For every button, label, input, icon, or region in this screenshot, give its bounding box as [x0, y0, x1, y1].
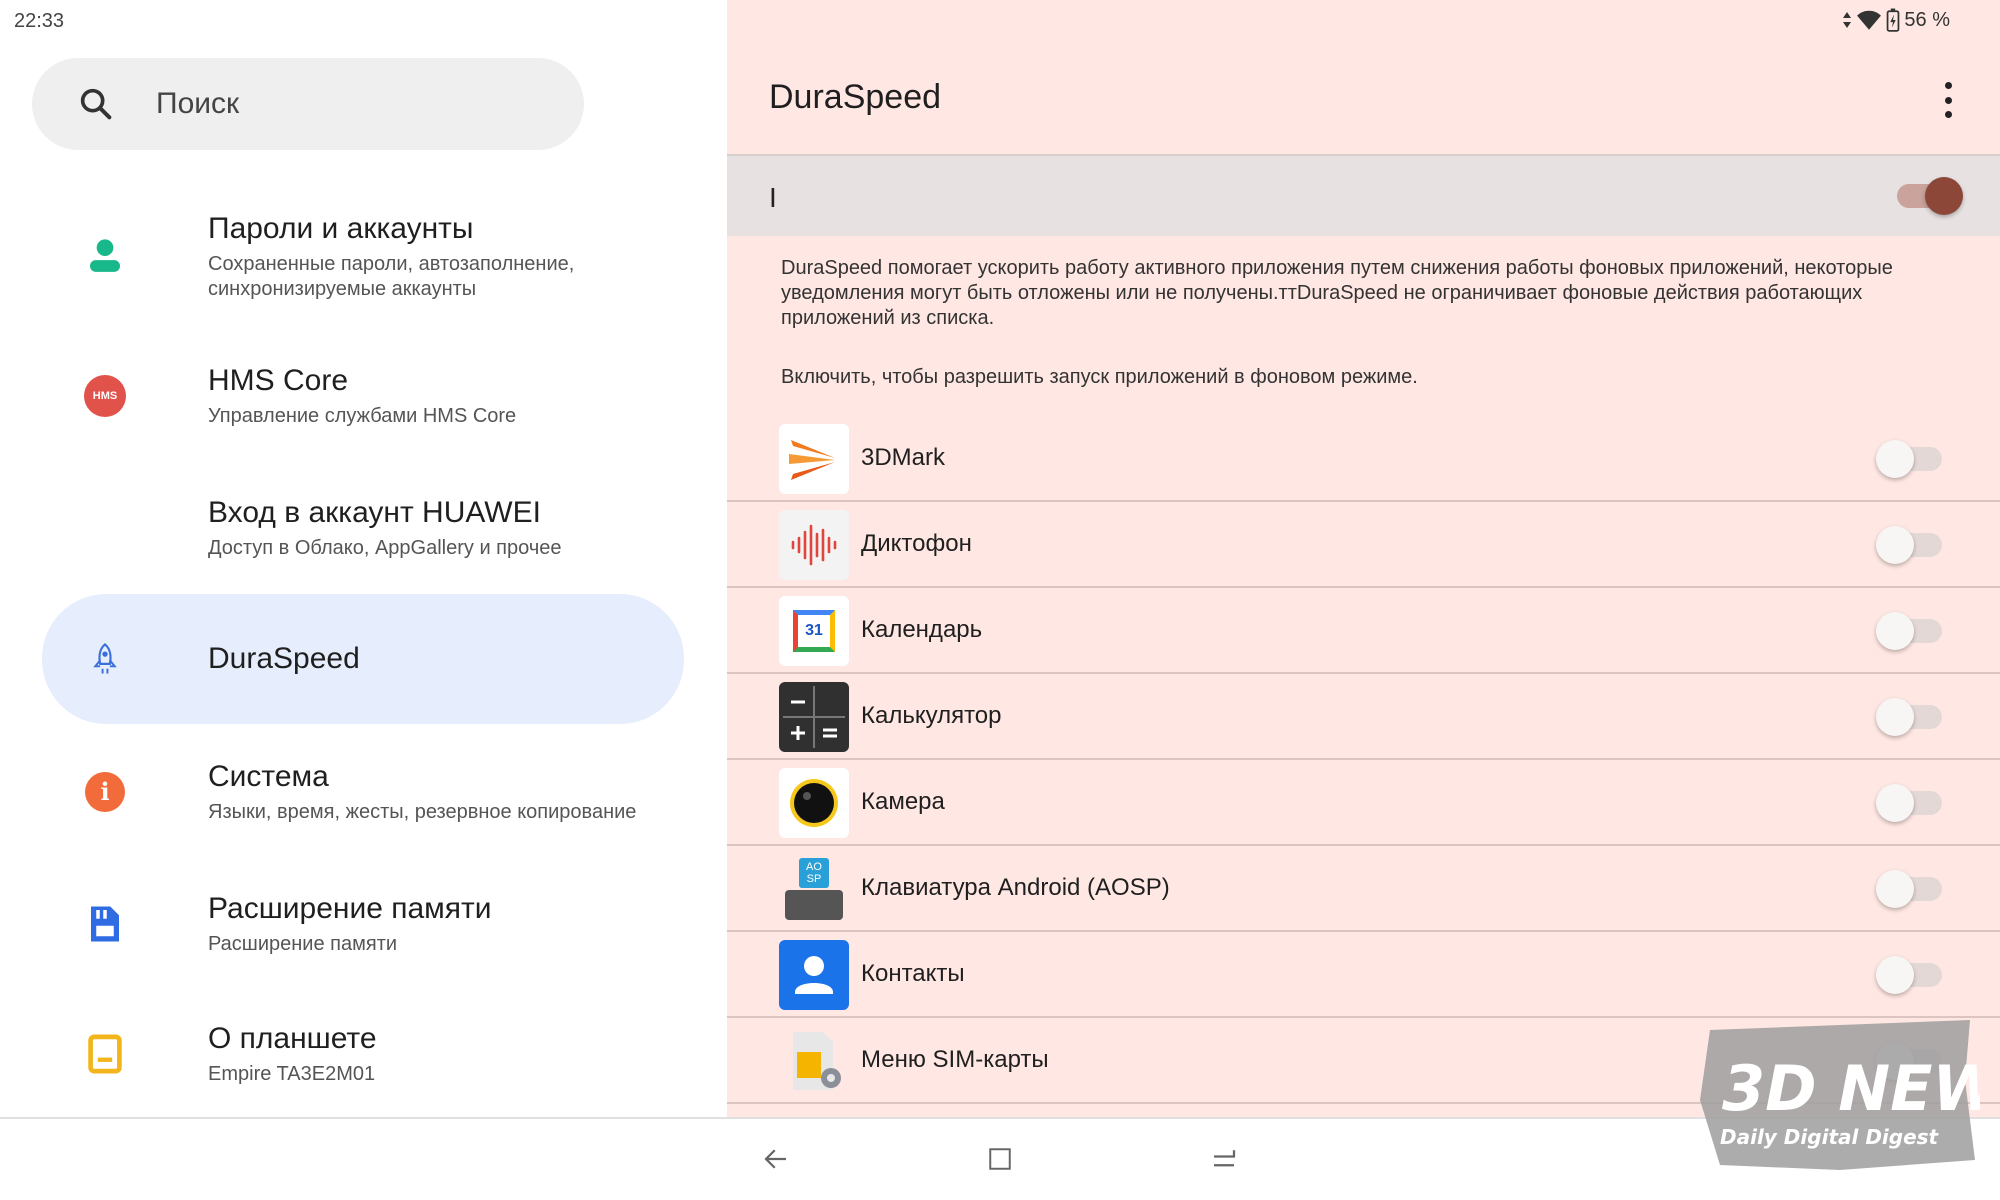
settings-item-huawei-account[interactable]: Вход в аккаунт HUAWEI Доступ в Облако, A… [42, 494, 684, 561]
apps-hint: Включить, чтобы разрешить запуск приложе… [781, 366, 1418, 388]
camera-icon [779, 768, 849, 838]
home-button[interactable] [978, 1137, 1022, 1181]
item-title: HMS Core [208, 364, 349, 397]
search-icon [80, 88, 112, 120]
search-bar[interactable]: Поиск [32, 58, 584, 150]
settings-item-passwords-accounts[interactable]: Пароли и аккаунты Сохраненные пароли, ав… [42, 210, 684, 302]
recorder-icon [779, 510, 849, 580]
item-title: DuraSpeed [208, 642, 360, 675]
3dnews-watermark: 3D NEWS Daily Digital Digest [1700, 1020, 2000, 1170]
sd-card-icon [91, 906, 119, 941]
status-bar-right: 56 % [1842, 8, 1950, 32]
calendar-icon: 31 [779, 596, 849, 666]
app-toggle[interactable] [1876, 526, 1942, 564]
settings-item-hms-core[interactable]: HMS HMS Core Управление службами HMS Cor… [42, 362, 684, 429]
item-subtitle: Сохраненные пароли, автозаполнение, синх… [208, 253, 575, 300]
master-switch-label: I [769, 182, 777, 213]
overflow-menu-button[interactable] [1936, 82, 1960, 118]
item-subtitle: Расширение памяти [208, 933, 398, 955]
settings-item-about-tablet[interactable]: О планшете Empire TA3E2M01 [42, 1020, 684, 1087]
contacts-icon [779, 940, 849, 1010]
app-name: Меню SIM-карты [861, 1046, 1049, 1073]
settings-item-memory-extension[interactable]: Расширение памяти Расширение памяти [42, 890, 684, 957]
item-title: Расширение памяти [208, 892, 492, 925]
back-button[interactable] [754, 1137, 798, 1181]
app-toggle[interactable] [1876, 612, 1942, 650]
app-row[interactable]: Камера [727, 760, 2000, 846]
app-row[interactable]: Диктофон [727, 502, 2000, 588]
item-subtitle: Доступ в Облако, AppGallery и прочее [208, 537, 562, 559]
back-arrow-icon [764, 1149, 786, 1169]
item-subtitle: Управление службами HMS Core [208, 405, 517, 427]
keyboard-icon: AO SP [779, 854, 849, 924]
page-title: DuraSpeed [769, 78, 942, 116]
recents-icon [1214, 1150, 1236, 1167]
master-toggle[interactable] [1897, 177, 1963, 215]
app-row[interactable]: 31 Календарь [727, 588, 2000, 674]
app-toggle[interactable] [1876, 440, 1942, 478]
app-row[interactable]: 3DMark [727, 416, 2000, 502]
svg-text:3D NEWS: 3D NEWS [1722, 1052, 1980, 1125]
app-toggle[interactable] [1876, 698, 1942, 736]
app-name: 3DMark [861, 444, 946, 471]
app-toggle[interactable] [1876, 870, 1942, 908]
item-title: О планшете [208, 1022, 377, 1055]
tablet-icon [88, 1034, 122, 1073]
settings-item-system[interactable]: i Система Языки, время, жесты, резервное… [42, 758, 684, 825]
app-toggle[interactable] [1876, 784, 1942, 822]
item-subtitle: Empire TA3E2M01 [208, 1063, 376, 1085]
settings-list-pane: 22:33 Поиск Пароли и аккаунты Сохраненны… [0, 0, 727, 1117]
app-name: Календарь [861, 616, 983, 643]
status-time: 22:33 [14, 10, 65, 32]
app-row[interactable]: Калькулятор [727, 674, 2000, 760]
sim-menu-icon [779, 1026, 849, 1096]
duraspeed-detail-pane: 56 % DuraSpeed I DuraSpeed помогает уско… [727, 0, 2000, 1117]
app-row[interactable]: Контакты [727, 932, 2000, 1018]
account-icon [90, 239, 120, 272]
battery-percent: 56 % [1904, 8, 1950, 31]
3dmark-icon [779, 424, 849, 494]
info-icon: i [85, 771, 125, 812]
item-title: Система [208, 760, 329, 793]
duraspeed-description: DuraSpeed помогает ускорить работу актив… [781, 257, 1893, 329]
more-vert-icon [1944, 82, 1952, 89]
settings-item-duraspeed[interactable]: DuraSpeed [42, 594, 684, 724]
hms-core-icon: HMS [84, 374, 126, 417]
app-row[interactable]: AO SP Клавиатура Android (AOSP) [727, 846, 2000, 932]
wifi-icon [1857, 10, 1882, 30]
search-placeholder: Поиск [156, 87, 240, 120]
home-square-icon [989, 1148, 1011, 1170]
app-name: Контакты [861, 960, 965, 987]
item-subtitle: Языки, время, жесты, резервное копирован… [208, 801, 637, 823]
app-toggle[interactable] [1876, 956, 1942, 994]
recents-button[interactable] [1202, 1137, 1246, 1181]
calculator-icon [779, 682, 849, 752]
item-title: Вход в аккаунт HUAWEI [208, 496, 541, 529]
master-switch-row[interactable]: I [727, 154, 2000, 236]
data-arrows-icon [1843, 12, 1852, 28]
app-name: Диктофон [861, 530, 972, 557]
app-name: Калькулятор [861, 702, 1002, 729]
item-title: Пароли и аккаунты [208, 212, 474, 245]
app-name: Клавиатура Android (AOSP) [861, 874, 1170, 901]
app-name: Камера [861, 788, 945, 815]
duraspeed-icon [93, 643, 117, 674]
battery-icon [1887, 8, 1900, 32]
svg-text:Daily Digital Digest: Daily Digital Digest [1720, 1125, 1940, 1149]
